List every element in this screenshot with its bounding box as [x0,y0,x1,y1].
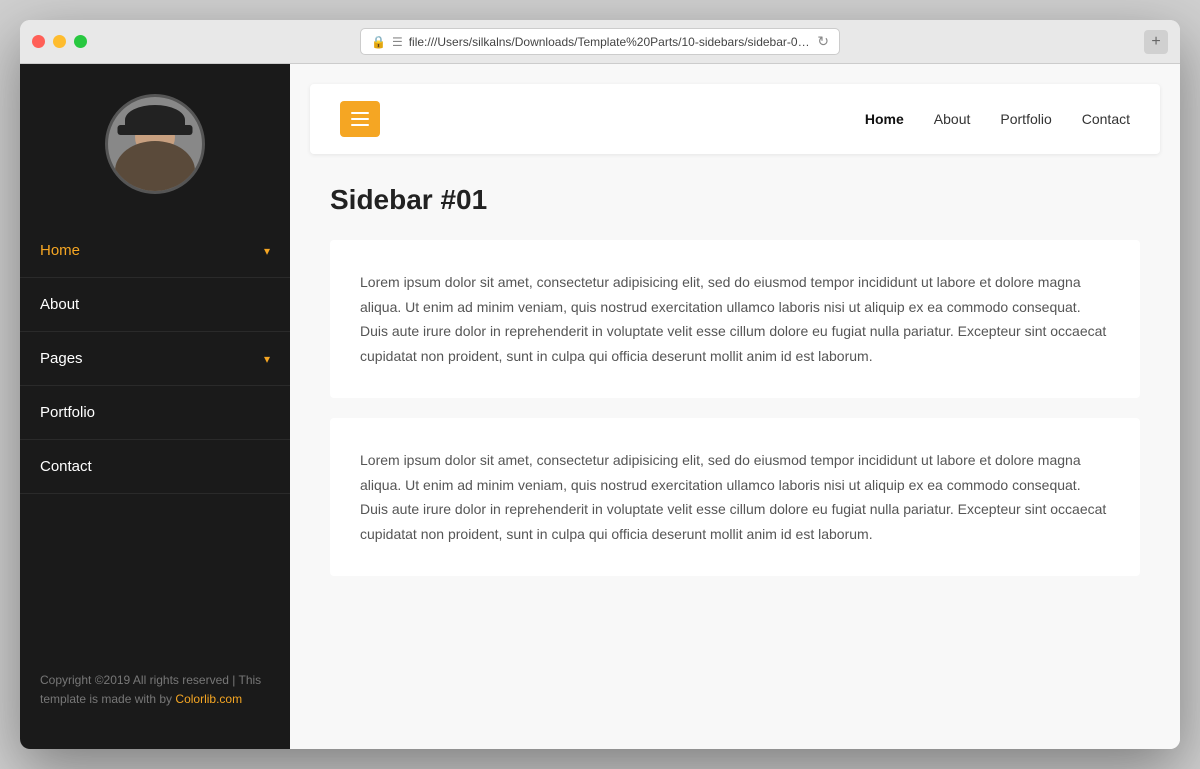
sidebar-nav: Home ▾ About Pages ▾ [20,224,290,651]
sidebar-link-contact[interactable]: Contact [20,440,290,493]
sidebar-item-home[interactable]: Home ▾ [20,224,290,278]
page-content: Sidebar #01 Lorem ipsum dolor sit amet, … [290,154,1180,749]
address-bar[interactable]: 🔒 ☰ file:///Users/silkalns/Downloads/Tem… [360,28,840,55]
title-bar-right: + [1144,30,1168,54]
sidebar-label-home: Home [40,242,80,259]
avatar [105,94,205,194]
hamburger-icon [351,112,369,126]
hamburger-line-1 [351,112,369,114]
sidebar: Home ▾ About Pages ▾ [20,64,290,749]
sidebar-footer: Copyright ©2019 All rights reserved | Th… [20,651,290,729]
hamburger-line-2 [351,118,369,120]
reload-icon[interactable]: ↻ [817,33,829,50]
minimize-button[interactable] [53,35,66,48]
top-nav-about[interactable]: About [934,111,971,127]
chevron-down-icon-pages: ▾ [264,352,270,366]
paragraph-2: Lorem ipsum dolor sit amet, consectetur … [360,448,1110,546]
top-nav-contact[interactable]: Contact [1082,111,1130,127]
sidebar-item-pages[interactable]: Pages ▾ [20,332,290,386]
sidebar-label-about: About [40,296,79,313]
avatar-figure [108,97,202,191]
sidebar-link-home[interactable]: Home ▾ [20,224,290,277]
sidebar-link-pages[interactable]: Pages ▾ [20,332,290,385]
avatar-hat [125,105,185,135]
top-nav-links: Home About Portfolio Contact [865,111,1130,127]
main-layout: Home ▾ About Pages ▾ [20,64,1180,749]
browser-window: 🔒 ☰ file:///Users/silkalns/Downloads/Tem… [20,20,1180,749]
maximize-button[interactable] [74,35,87,48]
sidebar-label-portfolio: Portfolio [40,404,95,421]
content-area: Home About Portfolio Contact Sidebar #01… [290,64,1180,749]
sidebar-item-contact[interactable]: Contact [20,440,290,494]
sidebar-link-portfolio[interactable]: Portfolio [20,386,290,439]
colorlib-link[interactable]: Colorlib.com [175,692,242,706]
top-navbar: Home About Portfolio Contact [310,84,1160,154]
close-button[interactable] [32,35,45,48]
sidebar-label-contact: Contact [40,458,92,475]
top-nav-home[interactable]: Home [865,111,904,127]
content-block-2: Lorem ipsum dolor sit amet, consectetur … [330,418,1140,576]
sidebar-label-pages: Pages [40,350,83,367]
url-text: file:///Users/silkalns/Downloads/Templat… [409,35,812,49]
new-tab-button[interactable]: + [1144,30,1168,54]
sidebar-link-about[interactable]: About [20,278,290,331]
chevron-down-icon: ▾ [264,244,270,258]
avatar-container [20,64,290,214]
hamburger-line-3 [351,124,369,126]
menu-icon: ☰ [392,35,403,49]
traffic-lights [32,35,87,48]
sidebar-item-portfolio[interactable]: Portfolio [20,386,290,440]
title-bar: 🔒 ☰ file:///Users/silkalns/Downloads/Tem… [20,20,1180,64]
content-block-1: Lorem ipsum dolor sit amet, consectetur … [330,240,1140,398]
top-nav-portfolio[interactable]: Portfolio [1000,111,1051,127]
page-title: Sidebar #01 [330,184,1140,216]
hamburger-button[interactable] [340,101,380,137]
lock-icon: 🔒 [371,35,386,49]
paragraph-1: Lorem ipsum dolor sit amet, consectetur … [360,270,1110,368]
sidebar-item-about[interactable]: About [20,278,290,332]
